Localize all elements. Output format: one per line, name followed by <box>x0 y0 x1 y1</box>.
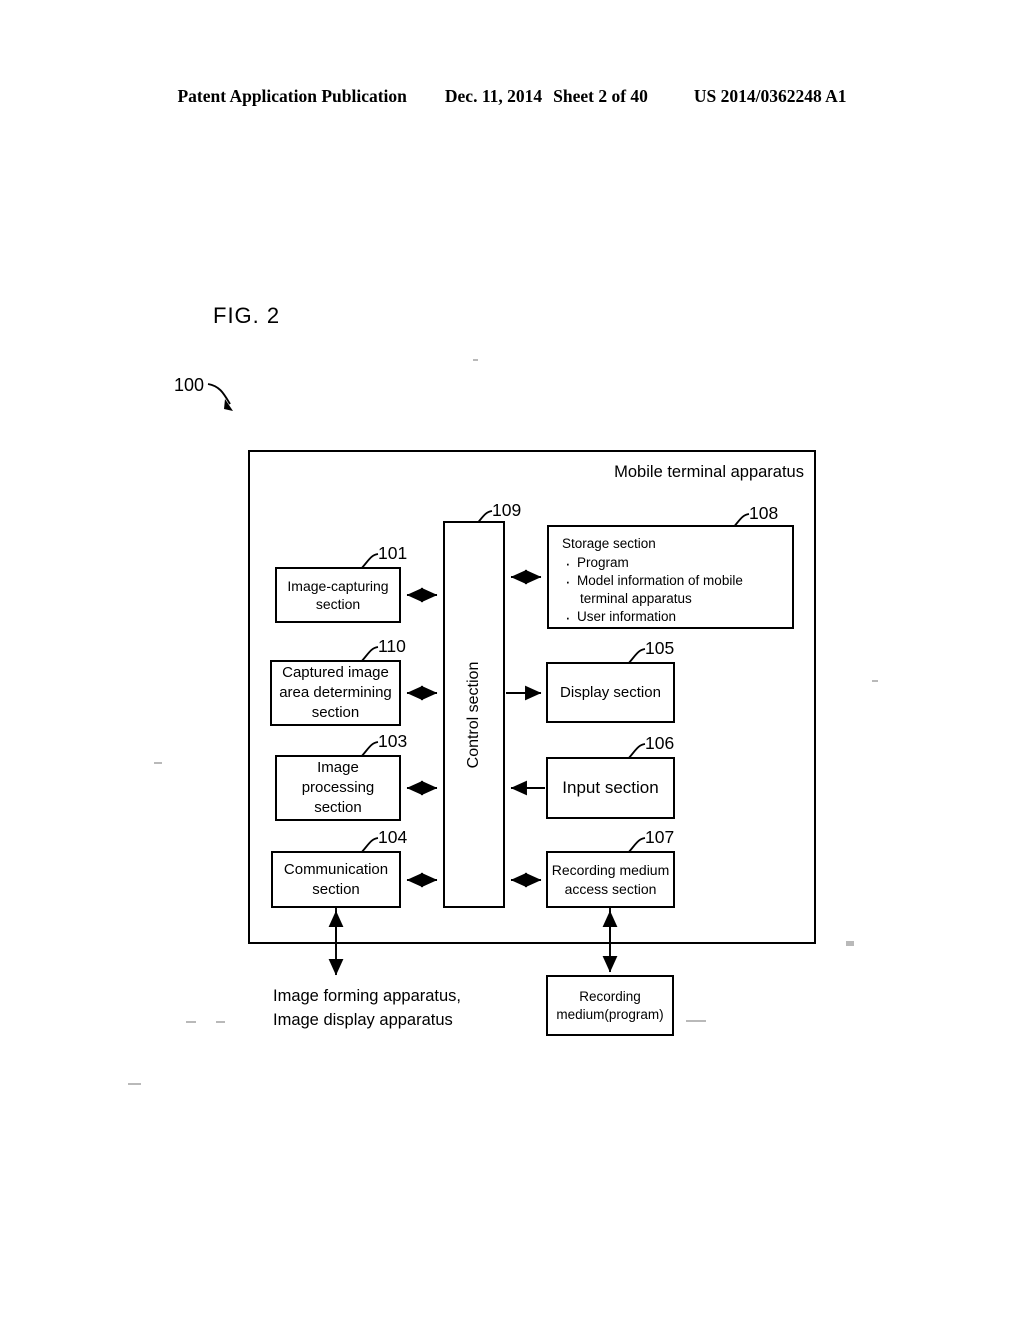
external-label-line1: Image forming apparatus, <box>273 987 462 1005</box>
figure-label: FIG. 2 <box>213 303 281 328</box>
storage-item-list: Program Model information of mobile term… <box>562 553 792 628</box>
scan-artifact <box>128 1083 141 1085</box>
block-captured-image-area-determining-section: Captured image area determining section <box>270 660 401 726</box>
list-item: Model information of mobile terminal app… <box>562 571 792 608</box>
block-label-line2: section <box>315 596 361 612</box>
block-recording-medium-access-section: Recording medium access section <box>546 851 675 908</box>
block-display-section: Display section <box>546 662 675 723</box>
frame-title: Mobile terminal apparatus <box>614 463 804 481</box>
storage-title: Storage section <box>562 536 656 551</box>
reference-101: 101 <box>378 543 408 563</box>
reference-104: 104 <box>378 827 408 847</box>
external-apparatus-label: Image forming apparatus, Image display a… <box>273 985 461 1033</box>
block-label-line2: section <box>312 880 360 898</box>
document-number: US 2014/0362248 A1 <box>693 86 847 106</box>
scan-artifact <box>473 359 478 361</box>
block-image-processing-section: Image processing section <box>275 755 401 821</box>
storage-item-text: User information <box>577 608 677 624</box>
block-label-line2: access section <box>564 880 657 897</box>
block-label-line1: Recording medium <box>551 862 670 879</box>
storage-item-text: Program <box>577 554 629 570</box>
publication-date: Dec. 11, 2014 <box>444 86 543 106</box>
block-label-line1: Captured image <box>282 664 389 682</box>
block-control-section: Control section <box>443 521 505 908</box>
storage-item-text: Model information of mobile <box>577 572 743 588</box>
reference-108: 108 <box>749 503 779 523</box>
publication-label: Patent Application Publication <box>177 86 407 106</box>
block-input-section: Input section <box>546 757 675 819</box>
block-label: Display section <box>560 683 661 701</box>
scan-artifact <box>154 762 162 764</box>
block-storage-section: Storage section Program Model informatio… <box>547 525 794 629</box>
block-label-line1: Recording <box>579 988 641 1004</box>
scan-artifact <box>216 1021 225 1023</box>
control-section-label: Control section <box>465 661 482 768</box>
scan-artifact <box>872 680 878 682</box>
storage-item-continuation: terminal apparatus <box>580 590 692 606</box>
reference-107: 107 <box>645 827 675 847</box>
block-label-line3: section <box>314 798 362 816</box>
scan-artifact <box>186 1021 196 1023</box>
block-image-capturing-section: Image-capturing section <box>275 567 401 623</box>
reference-110: 110 <box>378 636 406 656</box>
block-label-line1: Image <box>317 759 359 777</box>
system-reference-100: 100 <box>174 375 205 395</box>
block-communication-section: Communication section <box>271 851 401 908</box>
reference-103: 103 <box>378 731 408 751</box>
leader-line-100-icon <box>207 383 233 411</box>
reference-105: 105 <box>645 638 675 658</box>
block-label-line1: Communication <box>283 860 389 878</box>
sheet-number: Sheet 2 of 40 <box>553 86 648 106</box>
reference-106: 106 <box>645 733 675 753</box>
list-item: Program <box>562 553 792 574</box>
block-label-line1: Image-capturing <box>287 577 389 594</box>
page-header: Patent Application Publication Dec. 11, … <box>0 86 1024 110</box>
reference-109: 109 <box>492 500 522 520</box>
list-item: User information <box>562 607 792 628</box>
block-label-line2: medium(program) <box>556 1006 664 1022</box>
block-label-line2: processing <box>301 779 375 797</box>
block-label-line2: area determining <box>279 684 392 702</box>
block-recording-medium: Recording medium(program) <box>546 975 674 1036</box>
scan-artifact <box>686 1020 706 1022</box>
block-label-line3: section <box>311 703 360 721</box>
block-label: Input section <box>562 777 659 797</box>
external-label-line2: Image display apparatus <box>273 1010 453 1029</box>
scan-artifact <box>846 941 854 946</box>
